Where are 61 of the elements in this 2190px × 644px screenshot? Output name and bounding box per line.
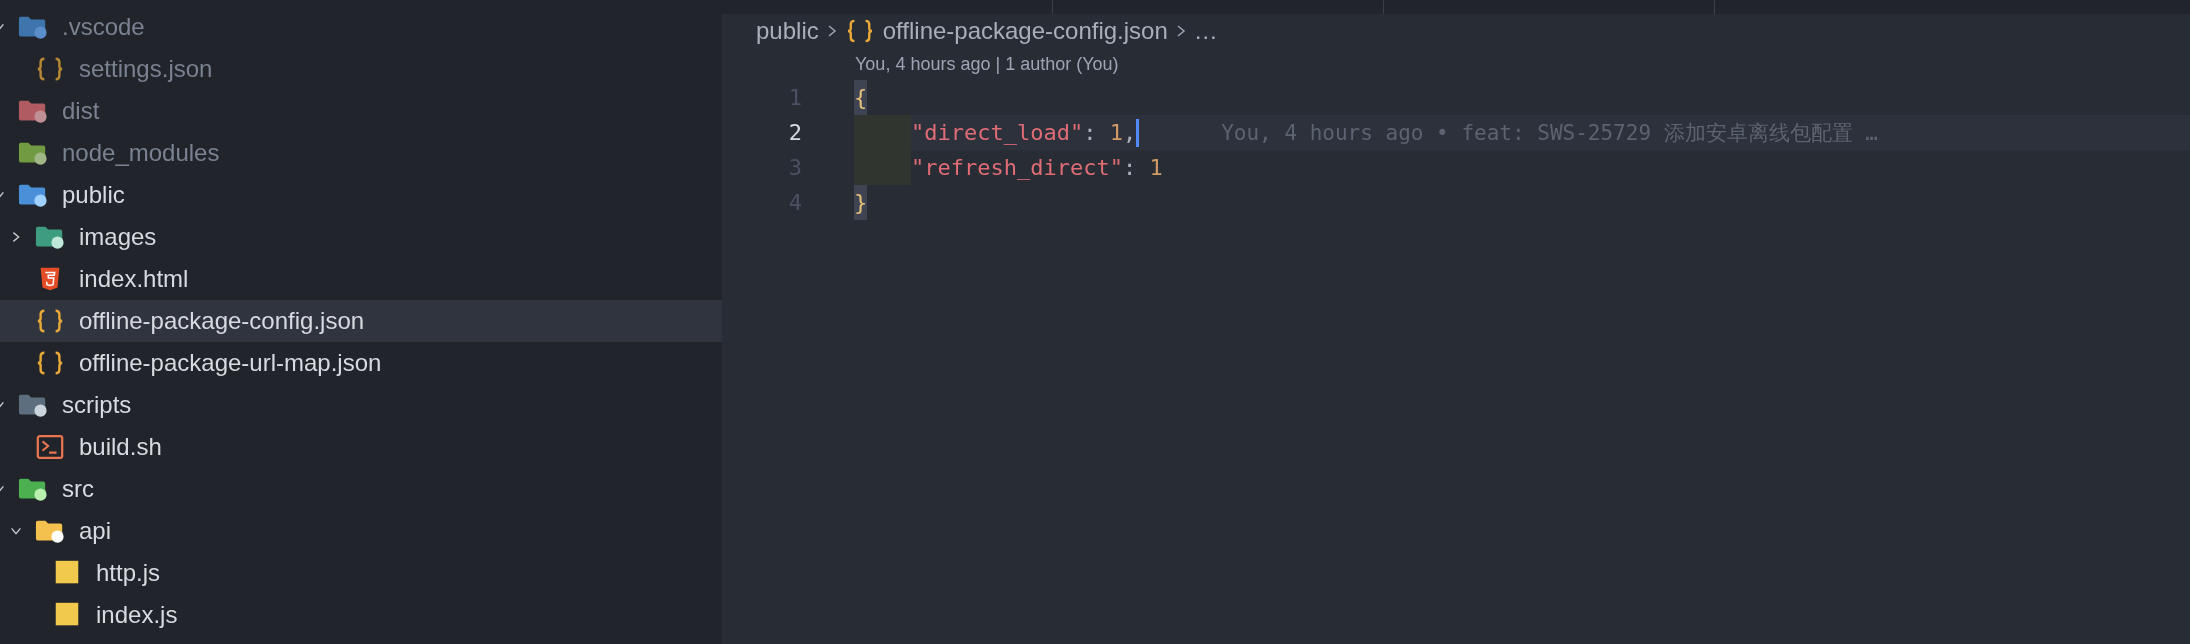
braces-icon bbox=[35, 56, 65, 82]
chevron-icon bbox=[1175, 23, 1186, 39]
tree-item[interactable]: offline-package-config.json bbox=[0, 300, 722, 342]
line-number: 2 bbox=[787, 120, 802, 145]
tree-item[interactable]: index.html bbox=[0, 258, 722, 300]
breadcrumb-folder[interactable]: public bbox=[756, 17, 819, 45]
code-token: 1 bbox=[1149, 155, 1163, 180]
tree-item[interactable]: .vscode bbox=[0, 6, 722, 48]
braces-icon bbox=[35, 350, 65, 376]
tree-item[interactable]: src bbox=[0, 468, 722, 510]
code-token: : bbox=[1122, 155, 1138, 180]
tree-item[interactable]: dist bbox=[0, 90, 722, 132]
tree-item[interactable]: public bbox=[0, 174, 722, 216]
code-token: : bbox=[1083, 120, 1098, 145]
breadcrumb-file[interactable]: offline-package-config.json bbox=[882, 17, 1168, 45]
file-name: index.html bbox=[79, 265, 189, 293]
code-token: } bbox=[854, 185, 868, 220]
folder-icon bbox=[18, 476, 48, 502]
code-token: "direct_load" bbox=[911, 120, 1084, 145]
file-name: .vscode bbox=[62, 13, 145, 41]
code-token: , bbox=[1122, 120, 1137, 145]
tree-item[interactable]: scripts bbox=[0, 384, 722, 426]
folder-icon bbox=[35, 224, 65, 250]
tree-item[interactable]: api bbox=[0, 510, 722, 552]
indent-guide bbox=[854, 115, 911, 150]
tree-item[interactable]: images bbox=[0, 216, 722, 258]
folder-icon bbox=[18, 140, 48, 166]
folder-icon bbox=[18, 392, 48, 418]
tree-item[interactable]: index.js bbox=[0, 594, 722, 636]
tree-item[interactable]: http.js bbox=[0, 552, 722, 594]
file-name: src bbox=[62, 475, 94, 503]
tree-item[interactable]: offline-package-url-map.json bbox=[0, 342, 722, 384]
folder-icon bbox=[18, 182, 48, 208]
file-name: build.sh bbox=[79, 433, 162, 461]
file-name: dist bbox=[62, 97, 100, 125]
code-token: "refresh_direct" bbox=[911, 155, 1123, 180]
file-name: api bbox=[79, 517, 112, 545]
folder-icon bbox=[18, 14, 48, 40]
file-name: offline-package-url-map.json bbox=[79, 349, 382, 377]
terminal-icon bbox=[35, 434, 65, 460]
tree-item[interactable]: node_modules bbox=[0, 132, 722, 174]
folder-icon bbox=[35, 518, 65, 544]
tree-item[interactable]: build.sh bbox=[0, 426, 722, 468]
code-token: 1 bbox=[1109, 120, 1123, 145]
file-name: http.js bbox=[96, 559, 161, 587]
file-name: scripts bbox=[62, 391, 132, 419]
breadcrumb-more[interactable]: … bbox=[1193, 17, 1218, 45]
text-cursor bbox=[1136, 118, 1140, 147]
file-name: images bbox=[79, 223, 157, 251]
braces-icon bbox=[35, 308, 65, 334]
codelens-text[interactable]: You, 4 hours ago | 1 author (You) bbox=[855, 54, 2190, 80]
code-token: { bbox=[854, 80, 868, 115]
file-name: public bbox=[62, 181, 125, 209]
file-name: node_modules bbox=[62, 139, 220, 167]
folder-icon bbox=[18, 98, 48, 124]
file-name: offline-package-config.json bbox=[79, 307, 365, 335]
file-name: settings.json bbox=[79, 55, 213, 83]
chevron-icon bbox=[826, 23, 837, 39]
tree-item[interactable]: settings.json bbox=[0, 48, 722, 90]
file-name: index.js bbox=[96, 601, 178, 629]
indent-guide bbox=[854, 150, 911, 185]
